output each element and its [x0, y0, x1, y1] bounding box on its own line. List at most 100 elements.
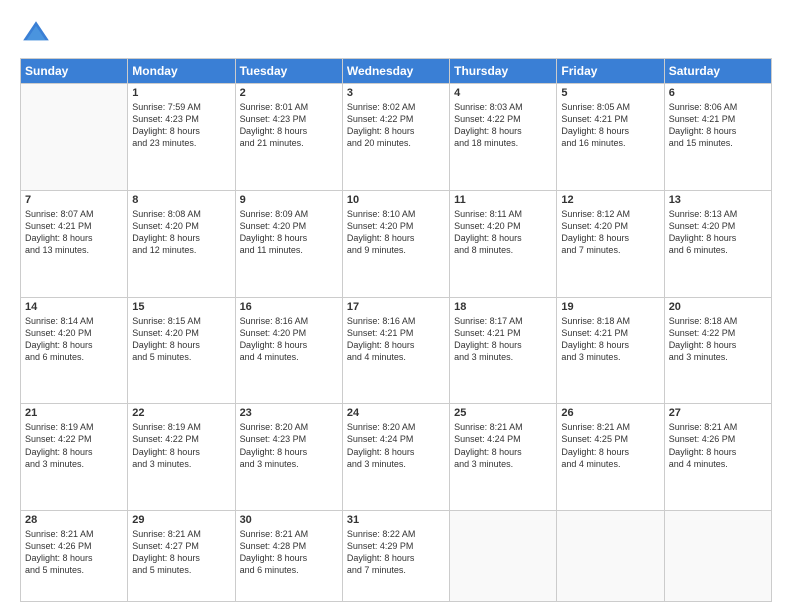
day-info: Sunrise: 8:21 AMSunset: 4:27 PMDaylight:…	[132, 528, 230, 577]
day-number: 17	[347, 301, 445, 313]
day-cell: 31 Sunrise: 8:22 AMSunset: 4:29 PMDayligh…	[342, 511, 449, 602]
day-cell: 23Sunrise: 8:20 AMSunset: 4:23 PMDayligh…	[235, 404, 342, 511]
day-cell: 11 Sunrise: 8:11 AMSunset: 4:20 PMDayligh…	[450, 190, 557, 297]
day-number: 16	[240, 301, 338, 313]
day-cell: 9 Sunrise: 8:09 AMSunset: 4:20 PMDaylight…	[235, 190, 342, 297]
day-info: Sunrise: 8:20 AMSunset: 4:24 PMDaylight:…	[347, 421, 445, 470]
calendar-header-row: SundayMondayTuesdayWednesdayThursdayFrid…	[21, 59, 772, 84]
day-cell: 24 Sunrise: 8:20 AMSunset: 4:24 PMDayligh…	[342, 404, 449, 511]
day-number: 18	[454, 301, 552, 313]
day-number: 12	[561, 194, 659, 206]
day-cell: 1 Sunrise: 7:59 AMSunset: 4:23 PMDaylight…	[128, 84, 235, 191]
day-info: Sunrise: 8:11 AMSunset: 4:20 PMDaylight:…	[454, 208, 552, 257]
day-info: Sunrise: 8:15 AMSunset: 4:20 PMDaylight:…	[132, 315, 230, 364]
day-cell: 12 Sunrise: 8:12 AMSunset: 4:20 PMDayligh…	[557, 190, 664, 297]
day-header-wednesday: Wednesday	[342, 59, 449, 84]
day-number: 3	[347, 87, 445, 99]
day-number: 24	[347, 407, 445, 419]
header	[20, 18, 772, 50]
day-cell: 17Sunrise: 8:16 AMSunset: 4:21 PMDayligh…	[342, 297, 449, 404]
day-number: 27	[669, 407, 767, 419]
day-cell: 10 Sunrise: 8:10 AMSunset: 4:20 PMDayligh…	[342, 190, 449, 297]
day-cell: 2 Sunrise: 8:01 AMSunset: 4:23 PMDaylight…	[235, 84, 342, 191]
day-cell: 20 Sunrise: 8:18 AMSunset: 4:22 PMDayligh…	[664, 297, 771, 404]
day-cell: 26Sunrise: 8:21 AMSunset: 4:25 PMDayligh…	[557, 404, 664, 511]
day-info: Sunrise: 8:21 AMSunset: 4:25 PMDaylight:…	[561, 421, 659, 470]
day-info: Sunrise: 7:59 AMSunset: 4:23 PMDaylight:…	[132, 101, 230, 150]
day-cell: 18Sunrise: 8:17 AMSunset: 4:21 PMDayligh…	[450, 297, 557, 404]
day-cell: 19Sunrise: 8:18 AMSunset: 4:21 PMDayligh…	[557, 297, 664, 404]
day-cell: 8 Sunrise: 8:08 AMSunset: 4:20 PMDaylight…	[128, 190, 235, 297]
day-cell: 6 Sunrise: 8:06 AMSunset: 4:21 PMDaylight…	[664, 84, 771, 191]
day-info: Sunrise: 8:01 AMSunset: 4:23 PMDaylight:…	[240, 101, 338, 150]
day-number: 28	[25, 514, 123, 526]
day-header-friday: Friday	[557, 59, 664, 84]
day-info: Sunrise: 8:19 AMSunset: 4:22 PMDaylight:…	[25, 421, 123, 470]
week-row-2: 7 Sunrise: 8:07 AMSunset: 4:21 PMDaylight…	[21, 190, 772, 297]
day-info: Sunrise: 8:10 AMSunset: 4:20 PMDaylight:…	[347, 208, 445, 257]
day-info: Sunrise: 8:05 AMSunset: 4:21 PMDaylight:…	[561, 101, 659, 150]
logo-icon	[20, 18, 52, 50]
day-cell: 3 Sunrise: 8:02 AMSunset: 4:22 PMDaylight…	[342, 84, 449, 191]
day-number: 21	[25, 407, 123, 419]
day-cell: 15 Sunrise: 8:15 AMSunset: 4:20 PMDayligh…	[128, 297, 235, 404]
day-cell: 14Sunrise: 8:14 AMSunset: 4:20 PMDayligh…	[21, 297, 128, 404]
page: SundayMondayTuesdayWednesdayThursdayFrid…	[0, 0, 792, 612]
day-number: 31	[347, 514, 445, 526]
week-row-3: 14Sunrise: 8:14 AMSunset: 4:20 PMDayligh…	[21, 297, 772, 404]
day-cell: 21 Sunrise: 8:19 AMSunset: 4:22 PMDayligh…	[21, 404, 128, 511]
day-header-saturday: Saturday	[664, 59, 771, 84]
day-info: Sunrise: 8:16 AMSunset: 4:20 PMDaylight:…	[240, 315, 338, 364]
day-number: 6	[669, 87, 767, 99]
day-cell: 16 Sunrise: 8:16 AMSunset: 4:20 PMDayligh…	[235, 297, 342, 404]
day-cell: 27 Sunrise: 8:21 AMSunset: 4:26 PMDayligh…	[664, 404, 771, 511]
day-info: Sunrise: 8:06 AMSunset: 4:21 PMDaylight:…	[669, 101, 767, 150]
day-info: Sunrise: 8:14 AMSunset: 4:20 PMDaylight:…	[25, 315, 123, 364]
day-info: Sunrise: 8:02 AMSunset: 4:22 PMDaylight:…	[347, 101, 445, 150]
day-number: 20	[669, 301, 767, 313]
day-number: 25	[454, 407, 552, 419]
day-info: Sunrise: 8:22 AMSunset: 4:29 PMDaylight:…	[347, 528, 445, 577]
day-info: Sunrise: 8:21 AMSunset: 4:26 PMDaylight:…	[25, 528, 123, 577]
day-info: Sunrise: 8:21 AMSunset: 4:26 PMDaylight:…	[669, 421, 767, 470]
day-header-sunday: Sunday	[21, 59, 128, 84]
calendar: SundayMondayTuesdayWednesdayThursdayFrid…	[20, 58, 772, 602]
day-info: Sunrise: 8:07 AMSunset: 4:21 PMDaylight:…	[25, 208, 123, 257]
day-cell	[21, 84, 128, 191]
day-number: 7	[25, 194, 123, 206]
week-row-4: 21 Sunrise: 8:19 AMSunset: 4:22 PMDayligh…	[21, 404, 772, 511]
day-info: Sunrise: 8:13 AMSunset: 4:20 PMDaylight:…	[669, 208, 767, 257]
day-cell: 30Sunrise: 8:21 AMSunset: 4:28 PMDayligh…	[235, 511, 342, 602]
day-cell: 5 Sunrise: 8:05 AMSunset: 4:21 PMDaylight…	[557, 84, 664, 191]
day-header-thursday: Thursday	[450, 59, 557, 84]
day-number: 1	[132, 87, 230, 99]
week-row-1: 1 Sunrise: 7:59 AMSunset: 4:23 PMDaylight…	[21, 84, 772, 191]
day-number: 19	[561, 301, 659, 313]
day-cell: 29 Sunrise: 8:21 AMSunset: 4:27 PMDayligh…	[128, 511, 235, 602]
week-row-5: 28 Sunrise: 8:21 AMSunset: 4:26 PMDayligh…	[21, 511, 772, 602]
day-number: 10	[347, 194, 445, 206]
day-header-monday: Monday	[128, 59, 235, 84]
day-number: 11	[454, 194, 552, 206]
day-cell: 28 Sunrise: 8:21 AMSunset: 4:26 PMDayligh…	[21, 511, 128, 602]
day-cell	[557, 511, 664, 602]
day-cell	[664, 511, 771, 602]
day-info: Sunrise: 8:09 AMSunset: 4:20 PMDaylight:…	[240, 208, 338, 257]
day-info: Sunrise: 8:12 AMSunset: 4:20 PMDaylight:…	[561, 208, 659, 257]
day-header-tuesday: Tuesday	[235, 59, 342, 84]
day-info: Sunrise: 8:08 AMSunset: 4:20 PMDaylight:…	[132, 208, 230, 257]
day-cell	[450, 511, 557, 602]
logo	[20, 18, 56, 50]
day-info: Sunrise: 8:03 AMSunset: 4:22 PMDaylight:…	[454, 101, 552, 150]
day-number: 2	[240, 87, 338, 99]
day-number: 29	[132, 514, 230, 526]
day-cell: 7 Sunrise: 8:07 AMSunset: 4:21 PMDaylight…	[21, 190, 128, 297]
day-cell: 4Sunrise: 8:03 AMSunset: 4:22 PMDaylight…	[450, 84, 557, 191]
day-cell: 13Sunrise: 8:13 AMSunset: 4:20 PMDayligh…	[664, 190, 771, 297]
day-number: 15	[132, 301, 230, 313]
day-number: 9	[240, 194, 338, 206]
day-number: 8	[132, 194, 230, 206]
day-info: Sunrise: 8:18 AMSunset: 4:22 PMDaylight:…	[669, 315, 767, 364]
day-info: Sunrise: 8:19 AMSunset: 4:22 PMDaylight:…	[132, 421, 230, 470]
day-number: 5	[561, 87, 659, 99]
